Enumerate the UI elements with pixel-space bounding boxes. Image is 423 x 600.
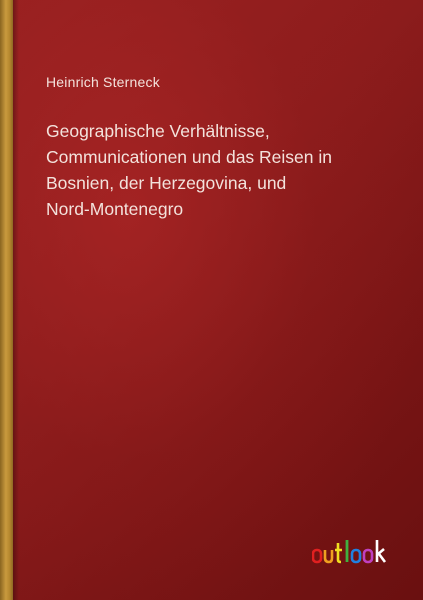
book-spine xyxy=(0,0,13,600)
spine-shadow xyxy=(13,0,19,600)
book-title: Geographische Verhältnisse, Communicatio… xyxy=(46,118,396,222)
title-line: Bosnien, der Herzegovina, und xyxy=(46,173,287,193)
outlook-logo-icon xyxy=(312,540,387,564)
title-line: Communicationen und das Reisen in xyxy=(46,147,332,167)
title-line: Geographische Verhältnisse, xyxy=(46,121,270,141)
title-line: Nord-Montenegro xyxy=(46,199,184,219)
author-name: Heinrich Sterneck xyxy=(46,74,160,90)
book-cover: Heinrich Sterneck Geographische Verhältn… xyxy=(0,0,423,600)
